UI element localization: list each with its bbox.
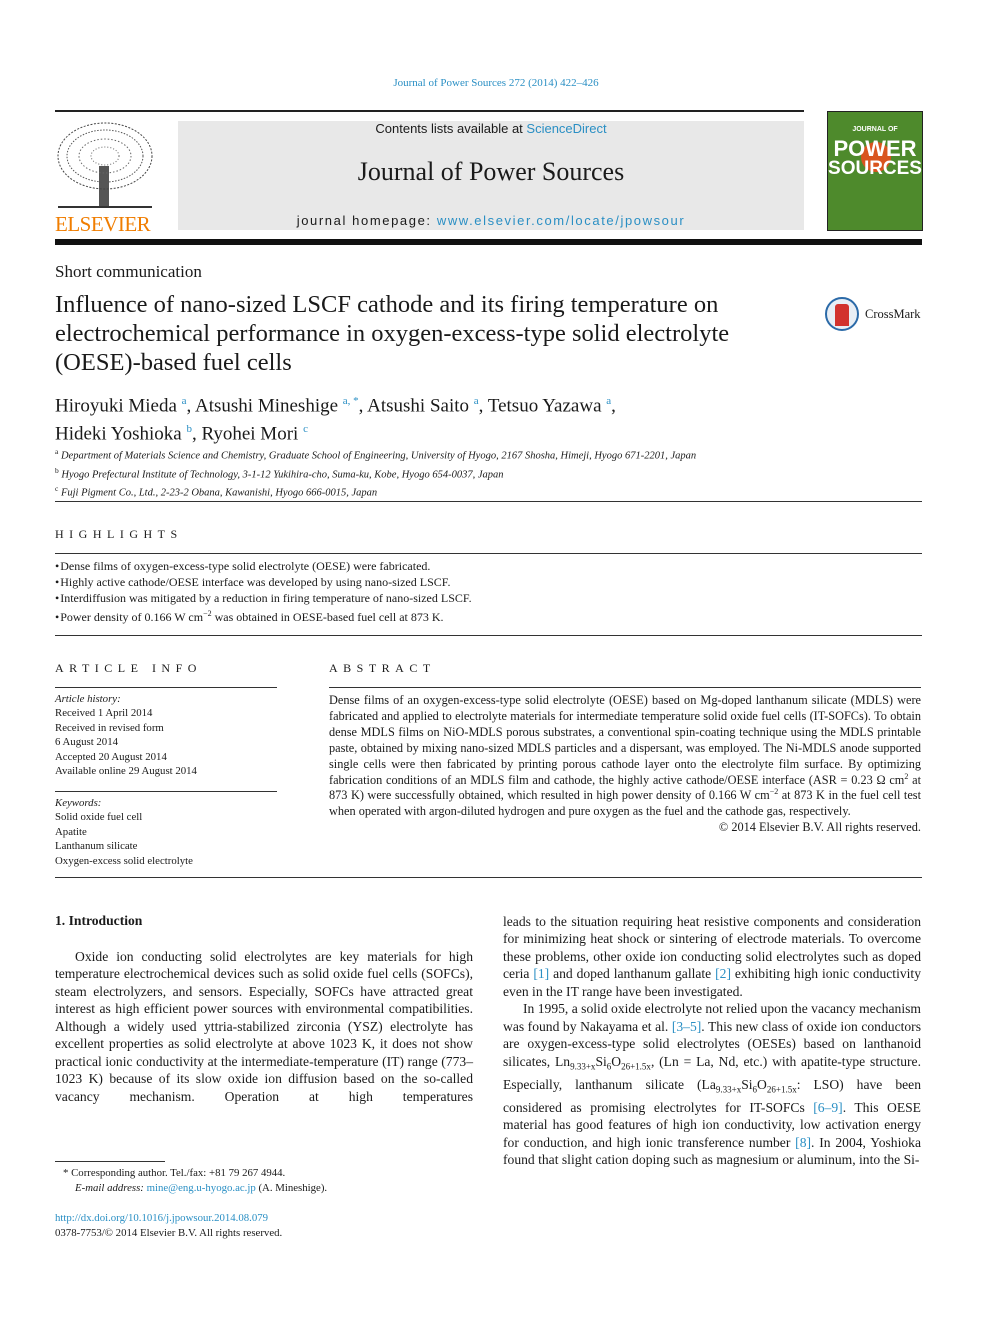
paragraph: In 1995, a solid oxide electrolyte not r… bbox=[503, 1001, 921, 1168]
crossmark-icon bbox=[825, 297, 859, 331]
highlights-list: • Dense films of oxygen-excess-type soli… bbox=[55, 558, 925, 625]
author-affil-sup[interactable]: a, * bbox=[343, 395, 359, 407]
highlights-heading: HIGHLIGHTS bbox=[55, 527, 183, 541]
crossmark-button[interactable]: CrossMark bbox=[825, 297, 925, 335]
journal-banner: Contents lists available at ScienceDirec… bbox=[178, 121, 804, 230]
highlight-item: • Interdiffusion was mitigated by a redu… bbox=[55, 591, 472, 605]
divider bbox=[55, 553, 922, 554]
journal-cover-image: JOURNAL OF POWER SOURCES bbox=[827, 111, 923, 231]
contents-prefix: Contents lists available at bbox=[375, 121, 527, 136]
contents-line: Contents lists available at ScienceDirec… bbox=[178, 121, 804, 136]
body-right-column: leads to the situation requiring heat re… bbox=[503, 913, 921, 1169]
affiliation: c Fuji Pigment Co., Ltd., 2-23-2 Obana, … bbox=[55, 484, 378, 499]
homepage-prefix: journal homepage: bbox=[296, 213, 437, 228]
issn-line: 0378-7753/© 2014 Elsevier B.V. All right… bbox=[55, 1227, 283, 1239]
affiliation: a Department of Materials Science and Ch… bbox=[55, 447, 697, 462]
reference-link[interactable]: [3–5] bbox=[672, 1019, 701, 1034]
keyword: Oxygen-excess solid electrolyte bbox=[55, 854, 193, 867]
divider bbox=[55, 791, 277, 792]
author-separator: , bbox=[478, 395, 488, 417]
header-rule bbox=[55, 110, 804, 112]
cover-text: SOURCES bbox=[828, 158, 922, 179]
paragraph: Oxide ion conducting solid electrolytes … bbox=[55, 949, 473, 1104]
journal-citation-link[interactable]: Journal of Power Sources 272 (2014) 422–… bbox=[0, 77, 992, 89]
author-name[interactable]: Ryohei Mori bbox=[201, 423, 298, 444]
homepage-line: journal homepage: www.elsevier.com/locat… bbox=[178, 213, 804, 228]
keyword: Lanthanum silicate bbox=[55, 840, 138, 853]
abstract-text: Dense films of an oxygen-excess-type sol… bbox=[329, 693, 922, 835]
footnote: * Corresponding author. Tel./fax: +81 79… bbox=[63, 1167, 328, 1194]
paragraph: leads to the situation requiring heat re… bbox=[503, 914, 922, 999]
author-name[interactable]: Hiroyuki Mieda bbox=[55, 395, 177, 416]
reference-link[interactable]: [6–9] bbox=[813, 1100, 842, 1115]
author-separator: , bbox=[191, 423, 202, 445]
history-item: 6 August 2014 bbox=[55, 736, 118, 749]
copyright: © 2014 Elsevier B.V. All rights reserved… bbox=[718, 820, 921, 835]
author-separator: , bbox=[358, 395, 368, 417]
author-name[interactable]: Atsushi Saito bbox=[367, 395, 469, 416]
history-item: Accepted 20 August 2014 bbox=[55, 750, 167, 763]
header-thick-rule bbox=[55, 239, 922, 245]
divider bbox=[55, 877, 922, 878]
keyword: Solid oxide fuel cell bbox=[55, 811, 143, 824]
article-history: Article history: Received 1 April 2014 R… bbox=[55, 692, 277, 778]
homepage-link[interactable]: www.elsevier.com/locate/jpowsour bbox=[437, 213, 685, 228]
author-name[interactable]: Hideki Yoshioka bbox=[55, 423, 182, 444]
doi-link[interactable]: http://dx.doi.org/10.1016/j.jpowsour.201… bbox=[55, 1212, 268, 1224]
divider bbox=[329, 687, 921, 688]
reference-link[interactable]: [8] bbox=[795, 1135, 811, 1150]
keywords: Keywords: Solid oxide fuel cell Apatite … bbox=[55, 796, 277, 868]
history-item: Available online 29 August 2014 bbox=[55, 765, 197, 778]
abstract-heading: ABSTRACT bbox=[329, 661, 436, 675]
keywords-label: Keywords: bbox=[55, 797, 102, 809]
author-name[interactable]: Atsushi Mineshige bbox=[195, 395, 338, 416]
cover-text: JOURNAL OF bbox=[852, 126, 898, 133]
author-list: Hiroyuki Mieda a, Atsushi Mineshige a, *… bbox=[55, 390, 815, 446]
divider bbox=[55, 635, 922, 636]
highlight-item: • Dense films of oxygen-excess-type soli… bbox=[55, 559, 431, 573]
author-name[interactable]: Tetsuo Yazawa bbox=[488, 395, 602, 416]
author-separator: , bbox=[611, 395, 616, 417]
elsevier-wordmark: ELSEVIER bbox=[55, 212, 151, 236]
footnote-rule bbox=[55, 1161, 165, 1162]
author-separator: , bbox=[186, 395, 195, 417]
journal-title: Journal of Power Sources bbox=[357, 157, 625, 186]
author-affil-sup[interactable]: c bbox=[303, 423, 308, 435]
highlight-item: • Highly active cathode/OESE interface w… bbox=[55, 575, 451, 589]
history-label: Article history: bbox=[55, 693, 121, 705]
divider bbox=[55, 501, 922, 502]
divider bbox=[55, 687, 277, 688]
article-info-heading: ARTICLE INFO bbox=[55, 661, 202, 675]
reference-link[interactable]: [2] bbox=[715, 966, 731, 981]
sciencedirect-link[interactable]: ScienceDirect bbox=[526, 121, 606, 136]
doi-block: http://dx.doi.org/10.1016/j.jpowsour.201… bbox=[55, 1211, 282, 1241]
body-left-column: Oxide ion conducting solid electrolytes … bbox=[55, 948, 473, 1123]
history-item: Received 1 April 2014 bbox=[55, 707, 153, 720]
affiliations: a Department of Materials Science and Ch… bbox=[55, 445, 855, 501]
keyword: Apatite bbox=[55, 825, 87, 838]
highlight-item: • Power density of 0.166 W cm−2 was obta… bbox=[55, 609, 444, 624]
email-link[interactable]: mine@eng.u-hyogo.ac.jp bbox=[147, 1182, 256, 1194]
history-item: Received in revised form bbox=[55, 721, 164, 734]
affiliation: b Hyogo Prefectural Institute of Technol… bbox=[55, 465, 504, 481]
article-type: Short communication bbox=[55, 262, 202, 281]
reference-link[interactable]: [1] bbox=[533, 966, 549, 981]
crossmark-label: CrossMark bbox=[865, 307, 921, 321]
article-title: Influence of nano-sized LSCF cathode and… bbox=[55, 291, 730, 376]
section-heading: 1. Introduction bbox=[55, 913, 143, 928]
